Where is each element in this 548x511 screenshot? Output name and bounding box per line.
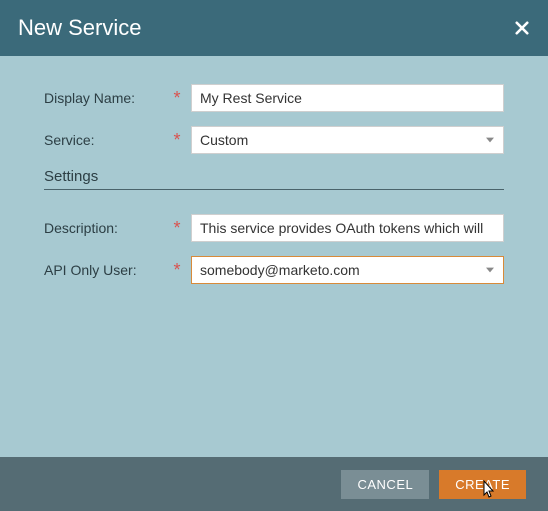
label-description: Description: <box>44 220 169 236</box>
row-display-name: Display Name: * <box>44 84 504 112</box>
dialog-body: Display Name: * Service: * Custom Settin… <box>0 56 548 457</box>
required-mark: * <box>169 89 185 107</box>
label-api-only-user: API Only User: <box>44 262 169 278</box>
service-select[interactable]: Custom <box>191 126 504 154</box>
row-description: Description: * <box>44 214 504 242</box>
api-only-user-select[interactable]: somebody@marketo.com <box>191 256 504 284</box>
field-description <box>191 214 504 242</box>
label-service: Service: <box>44 132 169 148</box>
dialog-title: New Service <box>18 15 141 41</box>
row-service: Service: * Custom <box>44 126 504 154</box>
required-mark: * <box>169 131 185 149</box>
display-name-input[interactable] <box>191 84 504 112</box>
required-mark: * <box>169 261 185 279</box>
service-select-value: Custom <box>200 132 248 148</box>
divider <box>44 189 504 190</box>
field-api-only-user: somebody@marketo.com <box>191 256 504 284</box>
chevron-down-icon <box>485 135 495 145</box>
required-mark: * <box>169 219 185 237</box>
field-display-name <box>191 84 504 112</box>
chevron-down-icon <box>485 265 495 275</box>
label-display-name: Display Name: <box>44 90 169 106</box>
settings-section-title: Settings <box>44 168 504 185</box>
dialog-header: New Service <box>0 0 548 56</box>
field-service: Custom <box>191 126 504 154</box>
create-button[interactable]: CREATE <box>439 470 526 499</box>
row-api-only-user: API Only User: * somebody@marketo.com <box>44 256 504 284</box>
new-service-dialog: New Service Display Name: * Service: * C… <box>0 0 548 511</box>
close-icon[interactable] <box>514 20 530 36</box>
api-only-user-value: somebody@marketo.com <box>200 262 360 278</box>
dialog-footer: CANCEL CREATE <box>0 457 548 511</box>
description-input[interactable] <box>191 214 504 242</box>
cancel-button[interactable]: CANCEL <box>341 470 429 499</box>
